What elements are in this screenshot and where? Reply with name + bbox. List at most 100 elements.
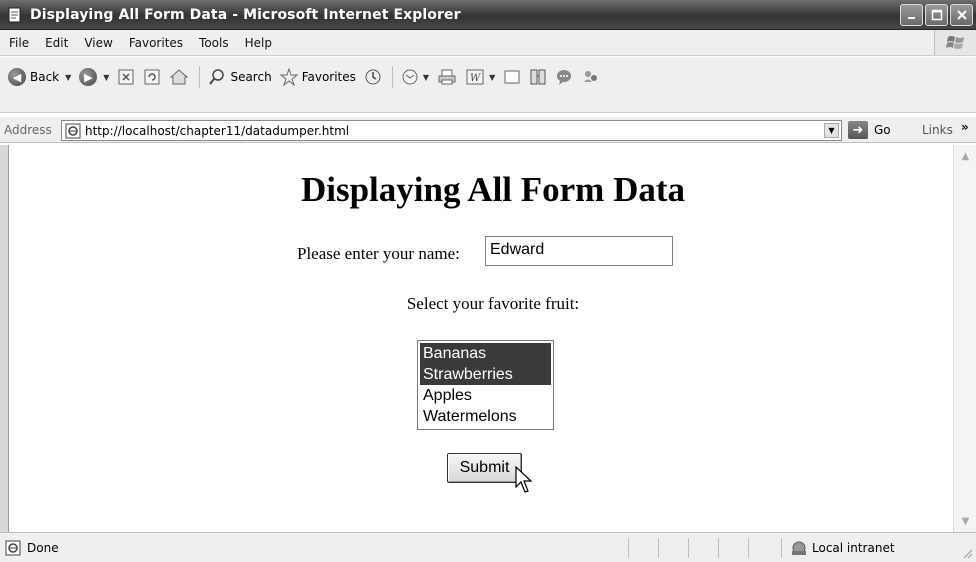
fruit-option-watermelons[interactable]: Watermelons (420, 406, 551, 427)
address-label: Address (4, 122, 52, 137)
menu-bar: File Edit View Favorites Tools Help (0, 30, 976, 56)
title-bar[interactable]: Displaying All Form Data - Microsoft Int… (0, 0, 976, 30)
content-left-edge (0, 145, 9, 532)
stop-icon (118, 69, 134, 85)
forward-button[interactable]: ▶ ▼ (79, 68, 109, 86)
status-pane (718, 538, 748, 558)
status-pane (748, 538, 778, 558)
submit-button[interactable]: Submit (447, 453, 522, 483)
edit-button[interactable]: W ▼ (465, 68, 495, 86)
menu-edit[interactable]: Edit (37, 36, 76, 50)
home-icon (170, 69, 189, 85)
svg-text:W: W (470, 73, 481, 84)
favorites-button[interactable]: Favorites (279, 68, 356, 86)
go-label: Go (874, 123, 891, 137)
mouse-pointer-icon (515, 466, 533, 493)
research-button[interactable] (529, 68, 547, 86)
star-icon (279, 68, 298, 86)
scroll-down-icon[interactable]: ▼ (957, 513, 974, 529)
minimize-button[interactable] (900, 4, 923, 26)
refresh-button[interactable] (143, 68, 161, 86)
messenger-button[interactable] (555, 68, 573, 86)
page-content: Displaying All Form Data Please enter yo… (9, 145, 953, 532)
menu-favorites[interactable]: Favorites (121, 36, 191, 50)
links-chevron-icon[interactable]: » (961, 120, 969, 134)
standard-toolbar: ◀ Back ▼ ▶ ▼ Search Favorites ▼ W ▼ (0, 57, 976, 113)
status-text: Done (27, 540, 59, 555)
edit-dropdown-icon[interactable]: ▼ (489, 73, 495, 82)
windows-logo-icon (934, 30, 976, 55)
address-url[interactable]: http://localhost/chapter11/datadumper.ht… (85, 124, 349, 138)
history-icon (365, 69, 381, 85)
toolbar-buttons: ◀ Back ▼ ▶ ▼ Search Favorites ▼ W ▼ (0, 64, 601, 90)
name-input[interactable]: Edward (485, 236, 673, 266)
printer-icon (438, 69, 456, 85)
toolbar-separator (391, 66, 393, 88)
menu-view[interactable]: View (76, 36, 120, 50)
fruit-select-list[interactable]: Bananas Strawberries Apples Watermelons (417, 340, 554, 430)
window-controls (900, 4, 973, 26)
history-button[interactable] (364, 68, 382, 86)
security-zone[interactable]: Local intranet (781, 538, 895, 558)
intranet-icon (792, 541, 806, 555)
go-arrow-icon: ➜ (848, 121, 868, 139)
discuss-button[interactable] (503, 68, 521, 86)
fruit-option-apples[interactable]: Apples (420, 385, 551, 406)
favorites-label: Favorites (301, 70, 356, 84)
status-panes (628, 538, 778, 558)
close-button[interactable] (950, 4, 973, 26)
status-pane (628, 538, 658, 558)
window-title: Displaying All Form Data - Microsoft Int… (30, 6, 461, 23)
go-button[interactable]: ➜ Go (848, 121, 891, 139)
minimize-icon (907, 17, 915, 19)
people-icon (584, 71, 598, 82)
ie-page-icon (6, 7, 24, 23)
fruit-option-bananas[interactable]: Bananas (420, 343, 551, 364)
name-label: Please enter your name: (297, 244, 460, 263)
address-field[interactable]: http://localhost/chapter11/datadumper.ht… (61, 120, 842, 141)
security-zone-label: Local intranet (812, 541, 895, 555)
scroll-up-icon[interactable]: ▲ (957, 148, 974, 164)
stop-button[interactable] (117, 68, 135, 86)
ie-page-icon (65, 123, 81, 138)
home-button[interactable] (169, 68, 189, 86)
discuss-icon (504, 70, 520, 84)
back-arrow-icon: ◀ (8, 68, 26, 86)
address-dropdown-icon[interactable]: ▼ (824, 123, 839, 138)
page-heading: Displaying All Form Data (300, 170, 686, 209)
people-button[interactable] (581, 68, 601, 86)
back-dropdown-icon[interactable]: ▼ (65, 73, 71, 82)
maximize-button[interactable] (925, 4, 948, 26)
research-icon (530, 69, 546, 85)
back-label: Back (30, 70, 60, 84)
ie-page-icon (5, 540, 21, 555)
word-edit-icon: W (466, 69, 484, 85)
menu-tools[interactable]: Tools (191, 36, 237, 50)
links-label[interactable]: Links (922, 123, 953, 137)
forward-dropdown-icon[interactable]: ▼ (103, 73, 109, 82)
maximize-icon (931, 9, 942, 21)
close-icon (956, 10, 967, 20)
vertical-scrollbar[interactable]: ▲ ▼ (953, 145, 976, 532)
address-bar: Address http://localhost/chapter11/datad… (0, 117, 976, 143)
print-button[interactable] (437, 68, 457, 86)
menu-file[interactable]: File (0, 36, 37, 50)
back-button[interactable]: ◀ Back ▼ (8, 68, 71, 86)
search-label: Search (230, 70, 272, 84)
fruit-label: Select your favorite fruit: (406, 294, 580, 313)
mail-icon (402, 69, 418, 85)
fruit-option-strawberries[interactable]: Strawberries (420, 364, 551, 385)
search-icon (209, 69, 225, 85)
resize-grip-icon[interactable] (961, 547, 973, 559)
mail-dropdown-icon[interactable]: ▼ (423, 73, 429, 82)
forward-arrow-icon: ▶ (79, 68, 98, 86)
toolbar-separator (199, 66, 201, 88)
messenger-icon (557, 70, 572, 85)
mail-button[interactable]: ▼ (401, 68, 429, 86)
status-pane (688, 538, 718, 558)
refresh-icon (144, 69, 160, 85)
menu-help[interactable]: Help (237, 36, 280, 50)
status-bar: Done Local intranet (0, 532, 976, 562)
status-pane (658, 538, 688, 558)
search-button[interactable]: Search (208, 68, 272, 86)
